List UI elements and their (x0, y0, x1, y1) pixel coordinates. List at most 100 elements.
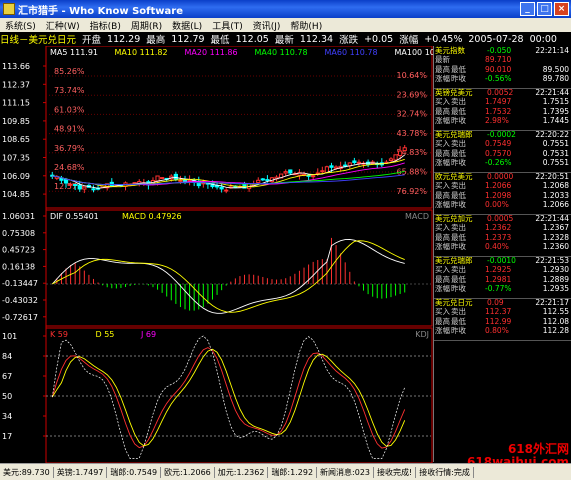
menu-currency[interactable]: 汇种(W) (41, 19, 85, 32)
chart-area[interactable]: 113.66 112.37 111.15 109.85 108.65 107.35 106.… (0, 46, 433, 463)
open-label: 开盘 (82, 35, 102, 46)
candle-body (187, 179, 192, 182)
j-line (51, 335, 406, 459)
quote-value: 1.2066 (542, 200, 569, 209)
candle-body (178, 179, 183, 182)
macd-label: DIF 0.55401 (50, 212, 99, 221)
quote-field-label: 昨收 (451, 200, 466, 209)
quote-value: -0.77% (485, 284, 512, 293)
macd-ytick: 0.45723 (2, 246, 35, 255)
fib-left-label: 85.26% (54, 67, 85, 76)
quote-field-label: 昨收 (451, 326, 466, 335)
quote-value: 112.55 (542, 307, 569, 316)
macd-ytick: -0.72617 (2, 313, 38, 322)
macd-ytick: 1.06031 (2, 212, 35, 221)
quote-field-label: 最高 (435, 316, 450, 326)
quote-block[interactable]: 美元兑瑞郎 -0.0010 22:21:53 买入 卖出 1.2925 1.2930 最高 最低… (434, 256, 571, 299)
fib-right-label: 10.64% (396, 71, 427, 80)
macd-ytick: 0.75308 (2, 229, 35, 238)
quote-field-label: 昨收 (451, 284, 466, 293)
status-chf2: 瑞郎:1.292 (268, 466, 318, 478)
quote-field-label: 最高 (435, 274, 450, 284)
main-ytick: 109.85 (2, 117, 30, 126)
macd-label: MACD 0.47926 (122, 212, 182, 221)
close-button[interactable]: × (554, 2, 569, 16)
main-ytick: 113.66 (2, 62, 30, 71)
quote-block[interactable]: 美元兑瑞郎 -0.0002 22:20:22 买入 卖出 0.7549 0.7551 最高 最低… (434, 130, 571, 173)
ma-label: MA20 111.86 (185, 48, 238, 57)
quote-field-label: 昨收 (451, 116, 466, 125)
quote-value: 112.37 (485, 307, 512, 316)
quote-block[interactable]: 欧元兑美元 0.0000 22:20:51 买入 卖出 1.2066 1.2068 最高 最低 1… (434, 172, 571, 215)
kdj-title: KDJ (415, 330, 429, 339)
app-icon (3, 3, 15, 15)
quote-value: -0.26% (485, 158, 512, 167)
quote-field-label: 买入 (435, 139, 450, 148)
candle-body (343, 164, 348, 167)
quote-value: 1.2925 (485, 265, 512, 274)
status-quote: 接收行情:完成 (416, 466, 474, 478)
quote-block[interactable]: 美元兑日元 0.09 22:21:17 买入 卖出 112.37 112.55 最高 最低 112… (434, 298, 571, 341)
quote-value: 112.08 (542, 316, 569, 326)
quote-field-label: 买入 (435, 223, 450, 232)
quote-field-label: 卖出 (451, 223, 466, 232)
quote-field-label: 涨幅 (435, 74, 450, 83)
ma-label: MA100 108.78 (395, 48, 434, 57)
k-line (51, 347, 406, 449)
fib-right-label: 76.92% (396, 187, 427, 196)
candle-body (182, 179, 188, 182)
menu-system[interactable]: 系统(S) (0, 19, 41, 32)
fib-right-label: 43.78% (396, 129, 427, 138)
menu-news[interactable]: 资讯(J) (248, 19, 286, 32)
macd-ytick: -0.43032 (2, 296, 38, 305)
quote-block[interactable]: 英镑兑美元 0.0052 22:21:44 买入 卖出 1.7497 1.7515 最高 最低 1… (434, 88, 571, 131)
main-ytick: 111.15 (2, 99, 30, 108)
time-value: 00:00 (529, 33, 557, 45)
quote-field-label: 涨幅 (435, 284, 450, 293)
quote-value: 1.2033 (542, 190, 569, 200)
quote-value: 1.2328 (542, 232, 569, 242)
change-label: 涨跌 (339, 35, 359, 46)
quote-panel: 美元指数 -0.050 22:21:14 最新 89.710 最高 最低 90.010 89.5… (433, 46, 571, 462)
quote-block[interactable]: 美元指数 -0.050 22:21:14 最新 89.710 最高 最低 90.010 89.5… (434, 46, 571, 89)
low-value: 112.05 (235, 33, 269, 45)
kdj-ytick: 34 (2, 412, 12, 421)
quote-field-label: 买入 (435, 265, 450, 274)
menu-data[interactable]: 数据(L) (167, 19, 207, 32)
candle-body (68, 183, 73, 186)
quote-value: 1.7532 (485, 106, 512, 116)
kdj-ytick: 101 (2, 332, 17, 341)
quote-field-label: 最高 (435, 106, 450, 116)
main-ytick: 106.09 (2, 172, 30, 181)
quote-value: 1.2373 (485, 232, 512, 242)
quote-value: 2.98% (485, 116, 509, 125)
ma60-line (52, 174, 405, 185)
quote-value: 0.00% (485, 200, 509, 209)
open-value: 112.29 (107, 33, 141, 45)
menu-help[interactable]: 帮助(H) (285, 19, 327, 32)
menu-period[interactable]: 周期(R) (126, 19, 167, 32)
menu-tools[interactable]: 工具(T) (207, 19, 248, 32)
candle-body (356, 161, 362, 164)
minimize-button[interactable]: _ (520, 2, 535, 16)
quote-block[interactable]: 美元兑加元 0.0005 22:21:44 买入 卖出 1.2362 1.2367 最高 最低 1… (434, 214, 571, 257)
quote-field-label: 涨幅 (435, 200, 450, 209)
last-value: 112.34 (299, 33, 334, 45)
ma-label: MA60 110.78 (325, 48, 378, 57)
maximize-button[interactable]: □ (537, 2, 552, 16)
quote-value: 0.7570 (485, 148, 512, 158)
quote-field-label: 最高 (435, 148, 450, 158)
quote-field-label: 最低 (451, 106, 466, 116)
quote-value: 89.500 (542, 64, 569, 74)
quote-value: 1.7515 (542, 97, 569, 106)
quote-field-label: 昨收 (451, 242, 466, 251)
candle-body (256, 179, 261, 184)
menu-indicator[interactable]: 指标(B) (85, 19, 126, 32)
quote-value: 1.2360 (542, 242, 569, 251)
quote-field-label: 涨幅 (435, 116, 450, 125)
quote-value: 1.2889 (542, 274, 569, 284)
kdj-label: D 55 (96, 330, 115, 339)
menu-bar: 系统(S) 汇种(W) 指标(B) 周期(R) 数据(L) 工具(T) 资讯(J… (0, 18, 571, 32)
quote-field-label: 最新 (435, 55, 450, 64)
quote-value: 0.7551 (542, 139, 569, 148)
